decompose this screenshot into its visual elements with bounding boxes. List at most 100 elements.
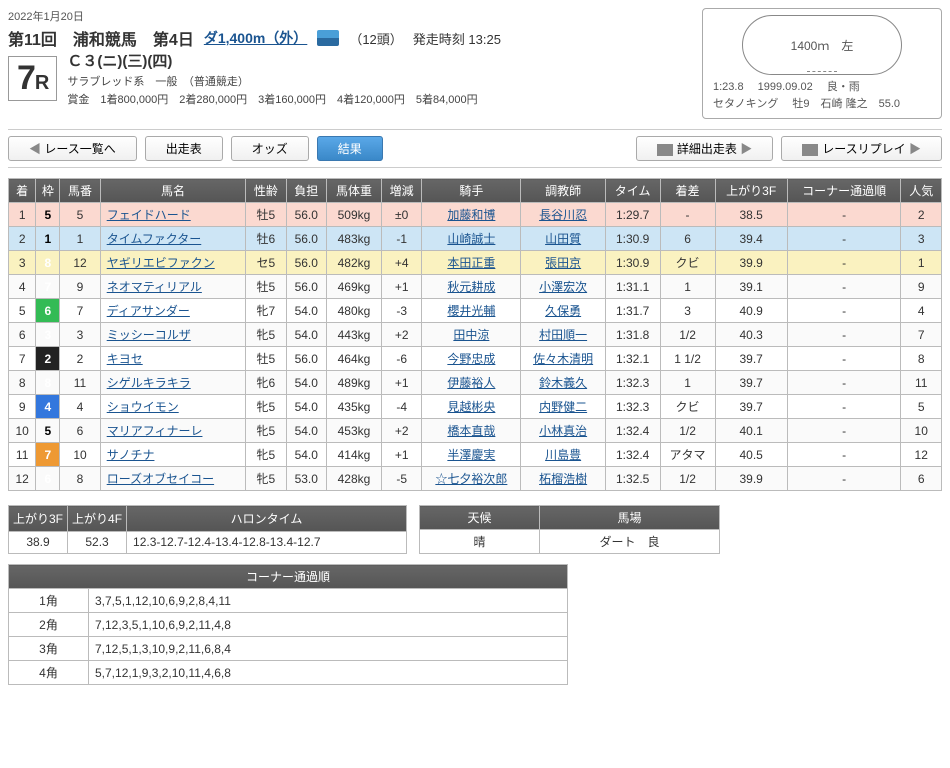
jockey-link[interactable]: 加藤和博 — [447, 208, 495, 222]
cell-place: 4 — [9, 275, 36, 299]
jockey-link[interactable]: 山崎誠士 — [447, 232, 495, 246]
back-button[interactable]: ◀ レース一覧へ — [8, 136, 137, 161]
cell-diff: -6 — [381, 347, 421, 371]
jockey-link[interactable]: 今野忠成 — [447, 352, 495, 366]
trainer-link[interactable]: 小林真治 — [539, 424, 587, 438]
race-date: 2022年1月20日 — [8, 8, 690, 24]
horse-link[interactable]: ミッシーコルザ — [107, 328, 191, 342]
trainer-link[interactable]: 川島豊 — [545, 448, 581, 462]
cell-time: 1:32.5 — [605, 467, 660, 491]
jockey-link[interactable]: 橋本直哉 — [447, 424, 495, 438]
horse-link[interactable]: ディアサンダー — [107, 304, 190, 318]
table-row: 479ネオマティリアル牡556.0469kg+1秋元耕成小澤宏次1:31.113… — [9, 275, 942, 299]
cell-jockey: 本田正重 — [422, 251, 521, 275]
jockey-link[interactable]: 田中涼 — [453, 328, 489, 342]
cell-diff: -5 — [381, 467, 421, 491]
horse-link[interactable]: サノチナ — [107, 448, 155, 462]
jockey-link[interactable]: 本田正重 — [447, 256, 495, 270]
h-last4f: 上がり4F — [68, 506, 127, 532]
trainer-link[interactable]: 佐々木清明 — [533, 352, 593, 366]
cell-diff: +2 — [381, 419, 421, 443]
trainer-link[interactable]: 柘榴浩樹 — [539, 472, 587, 486]
cell-pop: 9 — [901, 275, 942, 299]
cell-margin: クビ — [660, 251, 715, 275]
trainer-link[interactable]: 張田京 — [545, 256, 581, 270]
cell-diff: +1 — [381, 275, 421, 299]
cell-trainer: 小林真治 — [521, 419, 605, 443]
detail-entries-button[interactable]: 詳細出走表 ▶ — [636, 136, 773, 161]
cell-time: 1:32.4 — [605, 443, 660, 467]
cell-last3f: 39.7 — [715, 347, 787, 371]
corner-order: 5,7,12,1,9,3,2,10,11,4,6,8 — [89, 661, 568, 685]
jockey-link[interactable]: 見越彬央 — [447, 400, 495, 414]
result-tab[interactable]: 結果 — [317, 136, 383, 161]
cell-name: フェイドハード — [100, 203, 246, 227]
cell-num: 7 — [60, 299, 100, 323]
trainer-link[interactable]: 小澤宏次 — [539, 280, 587, 294]
document-icon — [657, 144, 673, 156]
col-jockey: 騎手 — [422, 179, 521, 203]
record-date: 1999.09.02 — [758, 81, 813, 93]
cell-weight: 54.0 — [286, 419, 326, 443]
cell-waku: 4 — [36, 395, 60, 419]
cell-name: シゲルキラキラ — [100, 371, 246, 395]
cell-jockey: 見越彬央 — [422, 395, 521, 419]
entries-tab[interactable]: 出走表 — [145, 136, 223, 161]
cell-trainer: 長谷川忍 — [521, 203, 605, 227]
horse-link[interactable]: ネオマティリアル — [107, 280, 202, 294]
corner-row: 2角7,12,3,5,1,10,6,9,2,11,4,8 — [9, 613, 568, 637]
race-number-box: 7R — [8, 56, 57, 101]
corner-order: 3,7,5,1,12,10,6,9,2,8,4,11 — [89, 589, 568, 613]
cell-sexage: 牡6 — [246, 227, 286, 251]
horse-link[interactable]: ヤギリエビファクン — [107, 256, 215, 270]
col-diff: 増減 — [381, 179, 421, 203]
cell-margin: アタマ — [660, 443, 715, 467]
horse-link[interactable]: マリアフィナーレ — [107, 424, 203, 438]
horse-link[interactable]: シゲルキラキラ — [107, 376, 191, 390]
cell-jockey: ☆七夕裕次郎 — [422, 467, 521, 491]
cell-trainer: 佐々木清明 — [521, 347, 605, 371]
jockey-link[interactable]: ☆七夕裕次郎 — [435, 472, 507, 486]
cell-margin: 3 — [660, 299, 715, 323]
chevron-right-icon: ▶ — [737, 142, 752, 156]
cell-sexage: 牝7 — [246, 299, 286, 323]
trainer-link[interactable]: 長谷川忍 — [539, 208, 587, 222]
nav-tabs: ◀ レース一覧へ 出走表 オッズ 結果 詳細出走表 ▶ レースリプレイ ▶ — [8, 129, 942, 168]
jockey-link[interactable]: 秋元耕成 — [447, 280, 495, 294]
trainer-link[interactable]: 内野健二 — [539, 400, 587, 414]
cell-corner: - — [787, 203, 901, 227]
cell-corner: - — [787, 323, 901, 347]
cell-sexage: 牡5 — [246, 347, 286, 371]
cell-place: 2 — [9, 227, 36, 251]
cell-corner: - — [787, 347, 901, 371]
horse-link[interactable]: ローズオブセイコー — [107, 472, 214, 486]
distance-link[interactable]: ダ1,400m（外） — [204, 28, 307, 48]
horse-link[interactable]: フェイドハード — [107, 208, 191, 222]
cell-diff: +4 — [381, 251, 421, 275]
jockey-link[interactable]: 半澤慶実 — [447, 448, 495, 462]
h-halon: ハロンタイム — [127, 506, 407, 532]
track-record-box: 1400ｍ 左 1:23.8 1999.09.02 良・雨 セタノキング 牡9 … — [702, 8, 942, 119]
record-time: 1:23.8 — [713, 81, 744, 93]
cell-weight: 56.0 — [286, 227, 326, 251]
cell-place: 9 — [9, 395, 36, 419]
trainer-link[interactable]: 鈴木義久 — [539, 376, 587, 390]
trainer-link[interactable]: 久保勇 — [545, 304, 581, 318]
horse-link[interactable]: ショウイモン — [107, 400, 179, 414]
cell-pop: 3 — [901, 227, 942, 251]
cell-num: 10 — [60, 443, 100, 467]
replay-button[interactable]: レースリプレイ ▶ — [781, 136, 942, 161]
cell-num: 12 — [60, 251, 100, 275]
cell-corner: - — [787, 443, 901, 467]
jockey-link[interactable]: 櫻井光輔 — [447, 304, 495, 318]
trainer-link[interactable]: 山田質 — [545, 232, 581, 246]
horse-link[interactable]: キヨセ — [107, 352, 143, 366]
cell-corner: - — [787, 467, 901, 491]
odds-tab[interactable]: オッズ — [231, 136, 309, 161]
cell-num: 3 — [60, 323, 100, 347]
cell-weight: 54.0 — [286, 395, 326, 419]
jockey-link[interactable]: 伊藤裕人 — [447, 376, 495, 390]
trainer-link[interactable]: 村田順一 — [539, 328, 587, 342]
cell-name: ネオマティリアル — [100, 275, 246, 299]
horse-link[interactable]: タイムファクター — [107, 232, 202, 246]
